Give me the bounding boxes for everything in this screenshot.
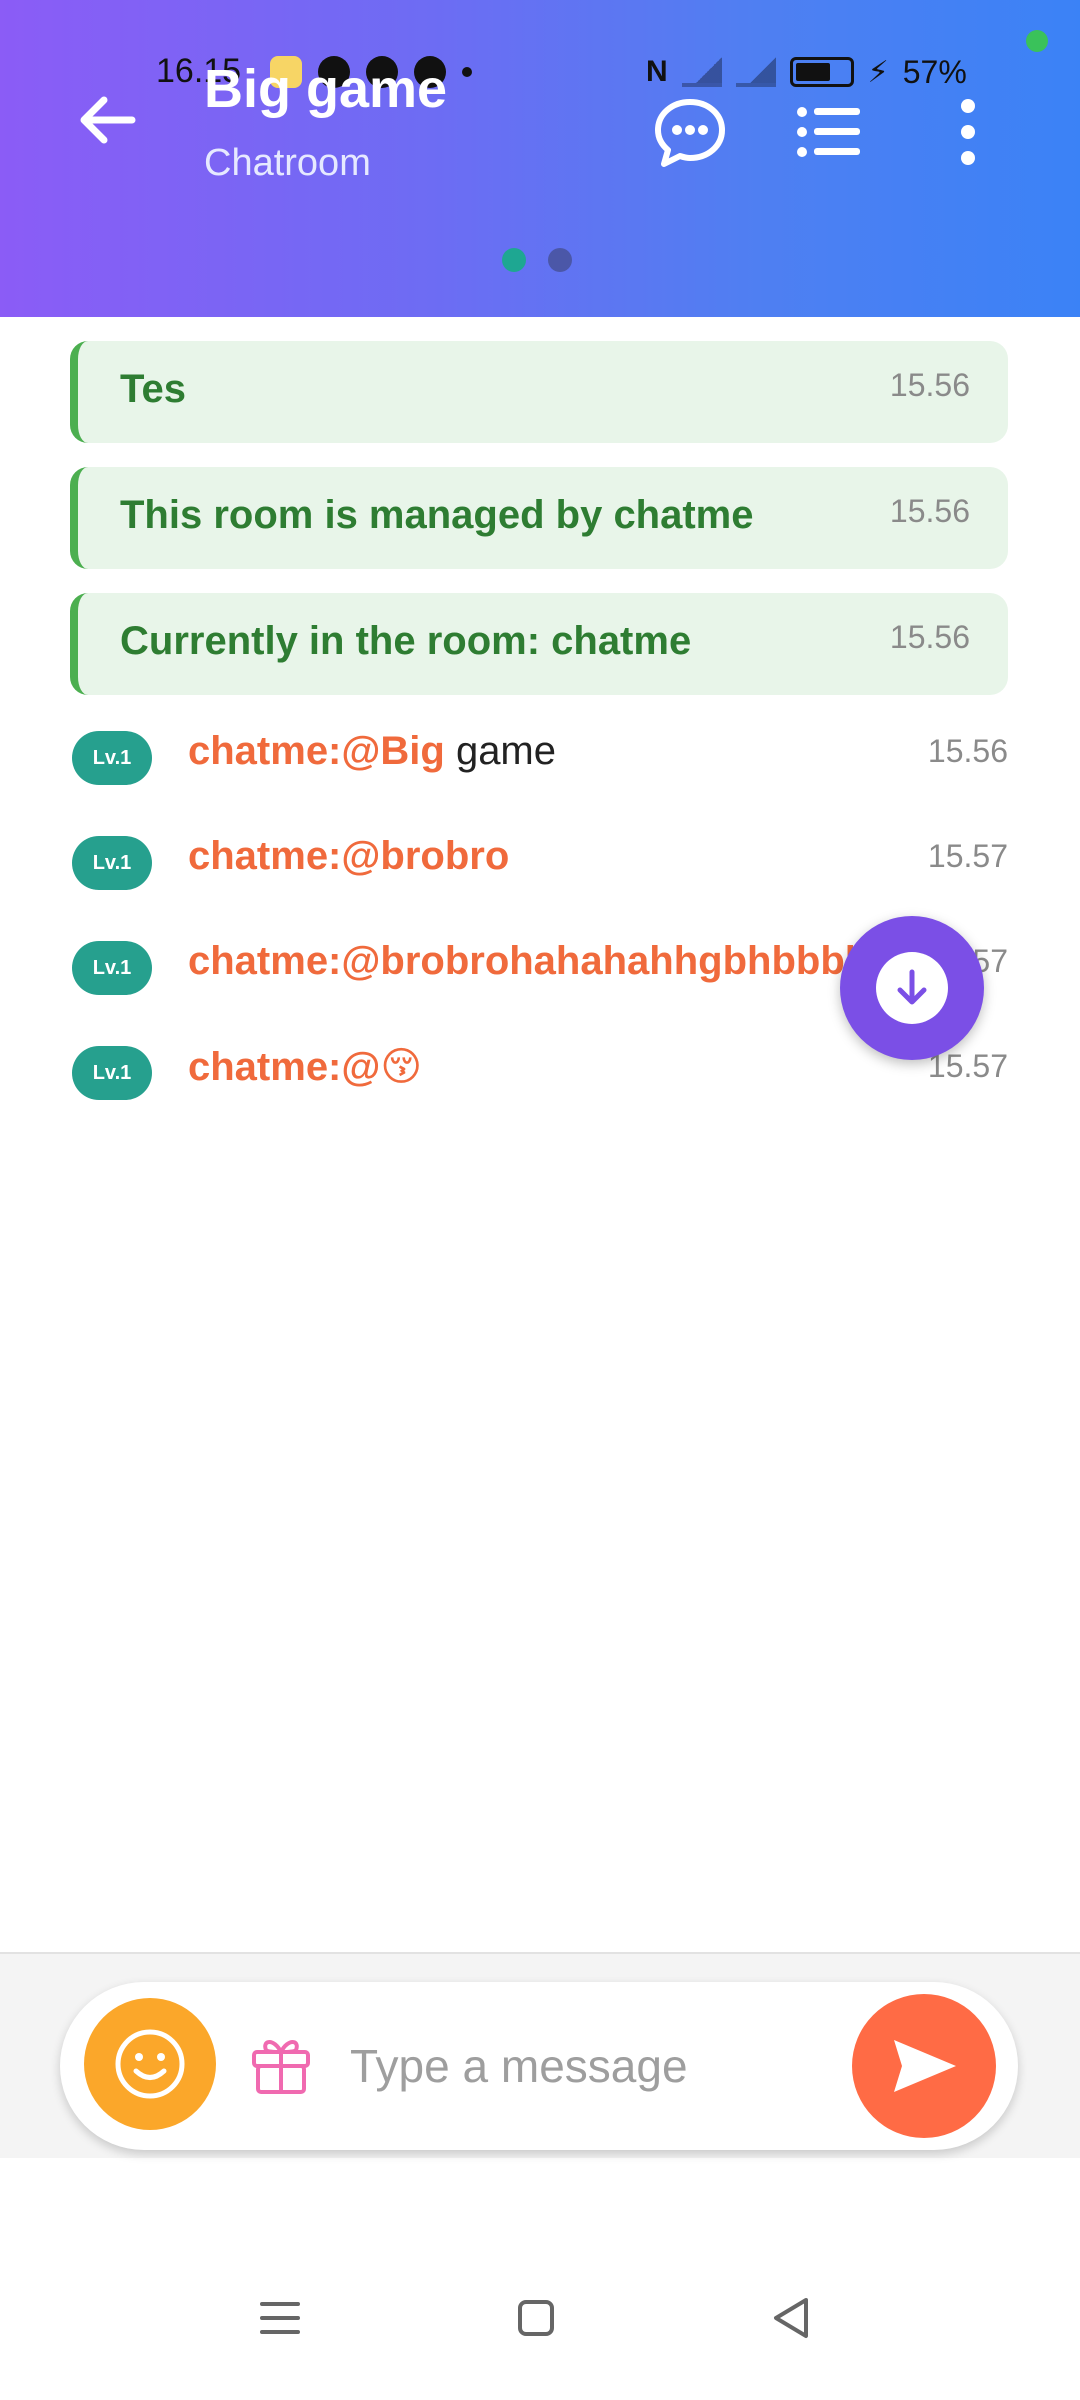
- system-navigation-bar: [0, 2260, 1080, 2400]
- emoji-button[interactable]: [84, 1998, 216, 2130]
- battery-icon: [789, 57, 854, 87]
- system-message: This room is managed by chatme 15.56: [70, 467, 1008, 569]
- level-badge: Lv.1: [72, 941, 152, 995]
- system-message-time: 15.56: [889, 493, 970, 529]
- smiley-icon: [115, 2029, 185, 2099]
- system-message-text: Currently in the room: chatme: [120, 619, 692, 663]
- arrow-left-icon: [80, 96, 136, 144]
- home-button[interactable]: [506, 2288, 566, 2348]
- message-composer: [60, 1982, 1018, 2150]
- charging-icon: ⚡: [867, 55, 889, 89]
- level-badge: Lv.1: [72, 1046, 152, 1100]
- send-button[interactable]: [852, 1994, 996, 2138]
- square-icon: [518, 2300, 554, 2336]
- chat-message-text: chatme:@brobrohahahahhgbhbbbb: [188, 939, 928, 984]
- signal-icon: [681, 57, 722, 87]
- chat-sender-name[interactable]: chatme:@Big: [188, 729, 445, 773]
- page-dot-active[interactable]: [502, 248, 526, 272]
- room-subtitle: Chatroom: [204, 142, 371, 184]
- chat-message-text: chatme:@Big game: [188, 729, 928, 774]
- triangle-back-icon: [774, 2298, 808, 2338]
- chat-message-time: 15.56: [927, 733, 1008, 769]
- chat-message[interactable]: Lv.1 chatme:@😚 15.57: [70, 1038, 1008, 1102]
- chat-message[interactable]: Lv.1 chatme:@Big game 15.56: [70, 723, 1008, 787]
- system-message-time: 15.56: [889, 367, 970, 403]
- page-indicator: [502, 248, 572, 272]
- system-icons: N ⚡ 57%: [646, 52, 967, 92]
- system-back-button[interactable]: [762, 2288, 822, 2348]
- status-bar: 16.15 N ⚡ 57%: [0, 48, 1080, 96]
- level-badge: Lv.1: [72, 731, 152, 785]
- more-notifications-dot-icon: [462, 67, 472, 77]
- page-dot[interactable]: [548, 248, 572, 272]
- chat-message-time: 15.57: [927, 838, 1008, 874]
- gift-button[interactable]: [246, 2028, 316, 2098]
- chat-message[interactable]: Lv.1 chatme:@brobro 15.57: [70, 828, 1008, 892]
- chat-message-text: chatme:@😚: [188, 1044, 928, 1090]
- message-input[interactable]: [350, 2022, 850, 2110]
- chat-message-text: chatme:@brobro: [188, 834, 928, 879]
- back-button[interactable]: [72, 84, 144, 156]
- menu-icon: [260, 2302, 300, 2334]
- send-icon: [894, 2040, 956, 2092]
- system-message-text: Tes: [120, 367, 186, 411]
- chat-sender-name[interactable]: chatme:@😚: [188, 1045, 422, 1089]
- chat-button[interactable]: [650, 92, 730, 172]
- chat-bubble-icon: [655, 99, 725, 167]
- chat-message-body: game: [444, 729, 556, 773]
- member-list-button[interactable]: [788, 92, 868, 172]
- system-message: Tes 15.56: [70, 341, 1008, 443]
- more-vertical-icon: [961, 99, 975, 165]
- fab-inner-circle: [876, 952, 948, 1024]
- system-message-time: 15.56: [889, 619, 970, 655]
- arrow-down-icon: [897, 969, 927, 1005]
- scroll-to-bottom-button[interactable]: [840, 916, 984, 1060]
- composer-area: [0, 1952, 1080, 2158]
- signal-4g-icon: [735, 57, 776, 87]
- system-message-text: This room is managed by chatme: [120, 493, 754, 537]
- recent-apps-button[interactable]: [250, 2288, 310, 2348]
- gift-icon: [252, 2040, 310, 2094]
- level-badge: Lv.1: [72, 836, 152, 890]
- app-header: 16.15 N ⚡ 57% Big game Chatroom: [0, 0, 1080, 317]
- chat-sender-name[interactable]: chatme:@brobrohahahahhgbhbbbb: [188, 939, 869, 983]
- room-title: Big game: [204, 59, 448, 119]
- nfc-icon: N: [646, 55, 668, 88]
- list-icon: [797, 107, 860, 157]
- battery-percent: 57%: [902, 53, 967, 90]
- system-message: Currently in the room: chatme 15.56: [70, 593, 1008, 695]
- chat-sender-name[interactable]: chatme:@brobro: [188, 834, 509, 878]
- more-options-button[interactable]: [928, 92, 1008, 172]
